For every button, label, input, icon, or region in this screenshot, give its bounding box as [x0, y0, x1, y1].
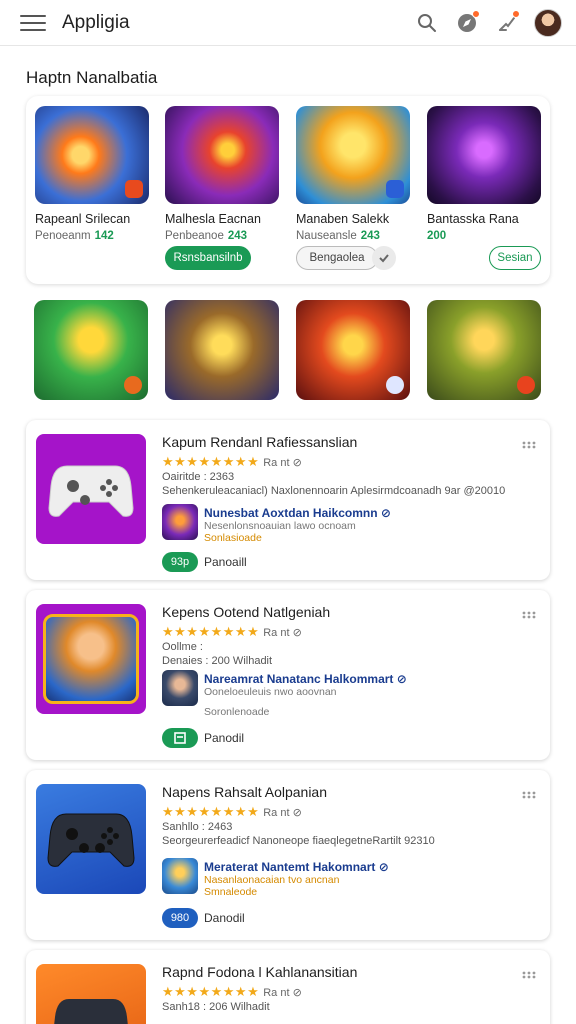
more-options-icon[interactable]: [522, 436, 536, 454]
featured-item[interactable]: Bantasska Rana 200: [427, 106, 541, 242]
game-thumbnail[interactable]: [296, 106, 410, 204]
game-thumbnail[interactable]: [427, 106, 541, 204]
developer-icon: [162, 504, 198, 540]
featured-item[interactable]: Malhesla Eacnan Penbeanoe 243: [165, 106, 279, 242]
developer-sub: Ooneloeuleuis nwo aoovnan: [204, 686, 337, 698]
app-title: Rapnd Fodona l Kahlanansitian: [162, 964, 358, 980]
featured-name: Manaben Salekk: [296, 212, 390, 226]
app-meta: Sanh18 : 206 Wilhadit: [162, 1001, 270, 1013]
featured-sub: 200: [427, 230, 447, 242]
game-thumbnail[interactable]: [165, 300, 279, 400]
developer-name[interactable]: Meraterat Nantemt Hakomnart ⊘: [204, 860, 389, 874]
rating-stars: ★★★★★★★★ Ra nt ⊘: [162, 624, 302, 639]
notification-icon[interactable]: [494, 9, 520, 36]
notification-badge: [512, 9, 520, 18]
featured-sub: Penoeanm 142: [35, 230, 114, 242]
rating-stars: ★★★★★★★★ Ra nt ⊘: [162, 984, 302, 999]
install-icon-button[interactable]: [162, 728, 198, 748]
price-label: Panodil: [204, 731, 245, 745]
game-thumbnail[interactable]: [427, 300, 541, 400]
app-meta: Seorgeurerfeadicf Nanoneope fiaeqlegetne…: [162, 835, 435, 847]
developer-name[interactable]: Nareamrat Nanatanc Halkommart ⊘: [204, 672, 407, 686]
app-card[interactable]: Rapnd Fodona l Kahlanansitian ★★★★★★★★ Ra…: [26, 950, 550, 1024]
search-icon[interactable]: [414, 10, 440, 36]
developer-sub: Soronlenoade: [204, 706, 270, 718]
compass-icon[interactable]: [454, 9, 480, 36]
rating-stars: ★★★★★★★★ Ra nt ⊘: [162, 454, 302, 469]
app-thumbnail: [36, 964, 146, 1024]
app-thumbnail: [36, 784, 146, 894]
app-thumbnail: [36, 434, 146, 544]
app-meta: Oollme :: [162, 641, 203, 653]
developer-icon: [162, 858, 198, 894]
more-options-icon[interactable]: [522, 786, 536, 804]
featured-sub: Penbeanoe 243: [165, 230, 248, 242]
price-label: Panoaill: [204, 555, 247, 569]
developer-sub: Nasanlaonacaian tvo ancnan: [204, 874, 340, 886]
app-meta: Denaies : 200 Wilhadit: [162, 655, 273, 667]
game-grid-row: [34, 300, 544, 400]
download-button[interactable]: Bengaolea: [296, 246, 378, 270]
badge-icon: [386, 376, 404, 394]
app-card[interactable]: Napens Rahsalt Aolpanian ★★★★★★★★ Ra nt ⊘…: [26, 770, 550, 940]
badge-icon: [125, 180, 143, 198]
app-meta: Sanhllo : 2463: [162, 821, 233, 833]
developer-icon: [162, 670, 198, 706]
menu-icon[interactable]: [20, 13, 46, 33]
rating-stars: ★★★★★★★★ Ra nt ⊘: [162, 804, 302, 819]
notification-badge: [472, 9, 480, 18]
featured-item[interactable]: Rapeanl Srilecan Penoeanm 142: [35, 106, 149, 242]
price-button[interactable]: 93p: [162, 552, 198, 572]
badge-icon: [124, 376, 142, 394]
app-title: Kapum Rendanl Rafiessanslian: [162, 434, 358, 450]
app-title: Kepens Ootend Natlgeniah: [162, 604, 331, 620]
top-actions: [414, 8, 562, 37]
open-button[interactable]: Sesian: [489, 246, 541, 270]
check-icon[interactable]: [372, 246, 396, 270]
app-card[interactable]: Kepens Ootend Natlgeniah ★★★★★★★★ Ra nt ⊘…: [26, 590, 550, 760]
featured-name: Malhesla Eacnan: [165, 212, 261, 226]
top-app-bar: Appligia: [0, 0, 576, 46]
more-options-icon[interactable]: [522, 966, 536, 984]
price-button[interactable]: 980: [162, 908, 198, 928]
badge-icon: [386, 180, 404, 198]
price-label: Danodil: [204, 911, 245, 925]
developer-sub: Sonlasioade: [204, 532, 262, 544]
game-thumbnail[interactable]: [165, 106, 279, 204]
game-thumbnail[interactable]: [35, 106, 149, 204]
developer-sub: Nesenlonsnoauian lawo ocnoam: [204, 520, 356, 532]
app-thumbnail: [36, 604, 146, 714]
section-title: Haptn Nanalbatia: [26, 68, 158, 87]
app-card[interactable]: Kapum Rendanl Rafiessanslian ★★★★★★★★ Ra …: [26, 420, 550, 580]
featured-name: Rapeanl Srilecan: [35, 212, 131, 226]
app-meta: Oairitde : 2363: [162, 471, 235, 483]
badge-icon: [517, 376, 535, 394]
user-avatar[interactable]: [534, 8, 562, 37]
featured-name: Bantasska Rana: [427, 212, 519, 226]
game-thumbnail[interactable]: [34, 300, 148, 400]
featured-item[interactable]: Manaben Salekk Nauseansle 243: [296, 106, 410, 242]
developer-sub: Smnaleode: [204, 886, 258, 898]
game-thumbnail[interactable]: [296, 300, 410, 400]
featured-carousel: Rapeanl Srilecan Penoeanm 142 Malhesla Ea…: [26, 96, 550, 284]
app-title: Napens Rahsalt Aolpanian: [162, 784, 328, 800]
app-meta: Sehenkeruleacaniacl) Naxlonennoarin Aple…: [162, 485, 506, 497]
install-button[interactable]: Rsnsbansilnb: [165, 246, 251, 270]
featured-sub: Nauseansle 243: [296, 230, 380, 242]
more-options-icon[interactable]: [522, 606, 536, 624]
app-title: Appligia: [62, 11, 130, 33]
developer-name[interactable]: Nunesbat Aoxtdan Haikcomnn ⊘: [204, 506, 391, 520]
